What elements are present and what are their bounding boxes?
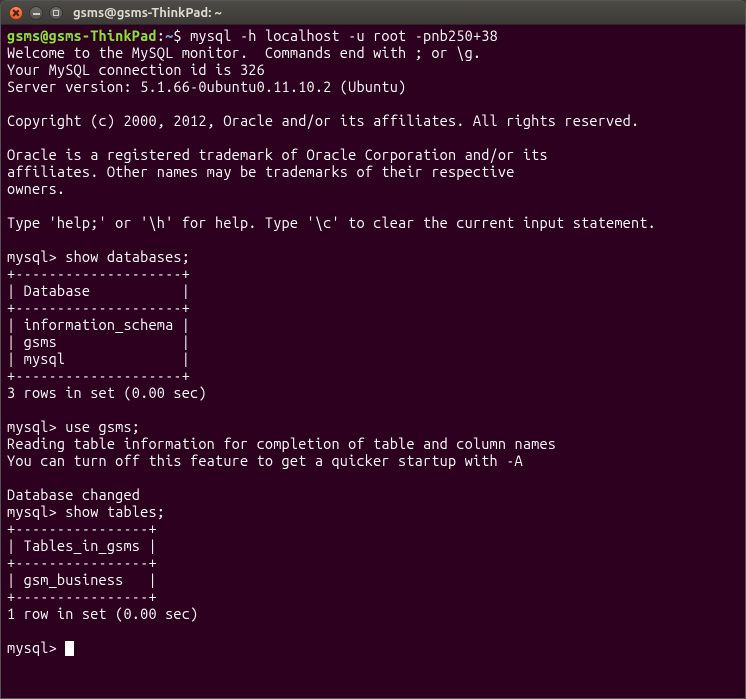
table-border: +----------------+ bbox=[7, 554, 157, 571]
table-border: +----------------+ bbox=[7, 588, 157, 605]
command-mysql-connect: mysql -h localhost -u root -pnb250+38 bbox=[190, 27, 498, 44]
output-rowcount: 1 row in set (0.00 sec) bbox=[7, 605, 198, 622]
output-welcome-3: Server version: 5.1.66-0ubuntu0.11.10.2 … bbox=[7, 78, 406, 95]
table-row: | information_schema | bbox=[7, 316, 190, 333]
mysql-prompt: mysql> bbox=[7, 503, 65, 520]
command-show-databases: show databases; bbox=[65, 248, 190, 265]
window-title: gsms@gsms-ThinkPad: ~ bbox=[73, 6, 222, 20]
titlebar: gsms@gsms-ThinkPad: ~ bbox=[1, 1, 745, 25]
output-copyright: Copyright (c) 2000, 2012, Oracle and/or … bbox=[7, 112, 639, 129]
output-oracle-1: Oracle is a registered trademark of Orac… bbox=[7, 146, 548, 163]
output-reading-2: You can turn off this feature to get a q… bbox=[7, 452, 523, 469]
table-border: +--------------------+ bbox=[7, 367, 190, 384]
prompt-dollar: $ bbox=[173, 27, 190, 44]
close-button[interactable] bbox=[9, 6, 23, 20]
mysql-prompt: mysql> bbox=[7, 248, 65, 265]
terminal-window: gsms@gsms-ThinkPad: ~ gsms@gsms-ThinkPad… bbox=[0, 0, 746, 699]
table-row: | gsm_business | bbox=[7, 571, 157, 588]
table-header-tables: | Tables_in_gsms | bbox=[7, 537, 157, 554]
output-db-changed: Database changed bbox=[7, 486, 140, 503]
command-use-gsms: use gsms; bbox=[65, 418, 140, 435]
output-reading-1: Reading table information for completion… bbox=[7, 435, 556, 452]
command-show-tables: show tables; bbox=[65, 503, 165, 520]
mysql-prompt: mysql> bbox=[7, 418, 65, 435]
mysql-prompt: mysql> bbox=[7, 639, 65, 656]
output-oracle-3: owners. bbox=[7, 180, 65, 197]
output-welcome-1: Welcome to the MySQL monitor. Commands e… bbox=[7, 44, 481, 61]
prompt-userhost: gsms@gsms-ThinkPad bbox=[7, 27, 157, 44]
terminal-body[interactable]: gsms@gsms-ThinkPad:~$ mysql -h localhost… bbox=[1, 25, 745, 698]
table-border: +----------------+ bbox=[7, 520, 157, 537]
table-border: +--------------------+ bbox=[7, 299, 190, 316]
cursor bbox=[65, 641, 74, 656]
output-oracle-2: affiliates. Other names may be trademark… bbox=[7, 163, 515, 180]
table-row: | mysql | bbox=[7, 350, 190, 367]
minimize-button[interactable] bbox=[29, 6, 43, 20]
maximize-button[interactable] bbox=[49, 6, 63, 20]
table-header-database: | Database | bbox=[7, 282, 190, 299]
prompt-sep: : bbox=[157, 27, 165, 44]
table-row: | gsms | bbox=[7, 333, 190, 350]
output-help: Type 'help;' or '\h' for help. Type '\c'… bbox=[7, 214, 656, 231]
output-rowcount: 3 rows in set (0.00 sec) bbox=[7, 384, 207, 401]
output-welcome-2: Your MySQL connection id is 326 bbox=[7, 61, 265, 78]
table-border: +--------------------+ bbox=[7, 265, 190, 282]
